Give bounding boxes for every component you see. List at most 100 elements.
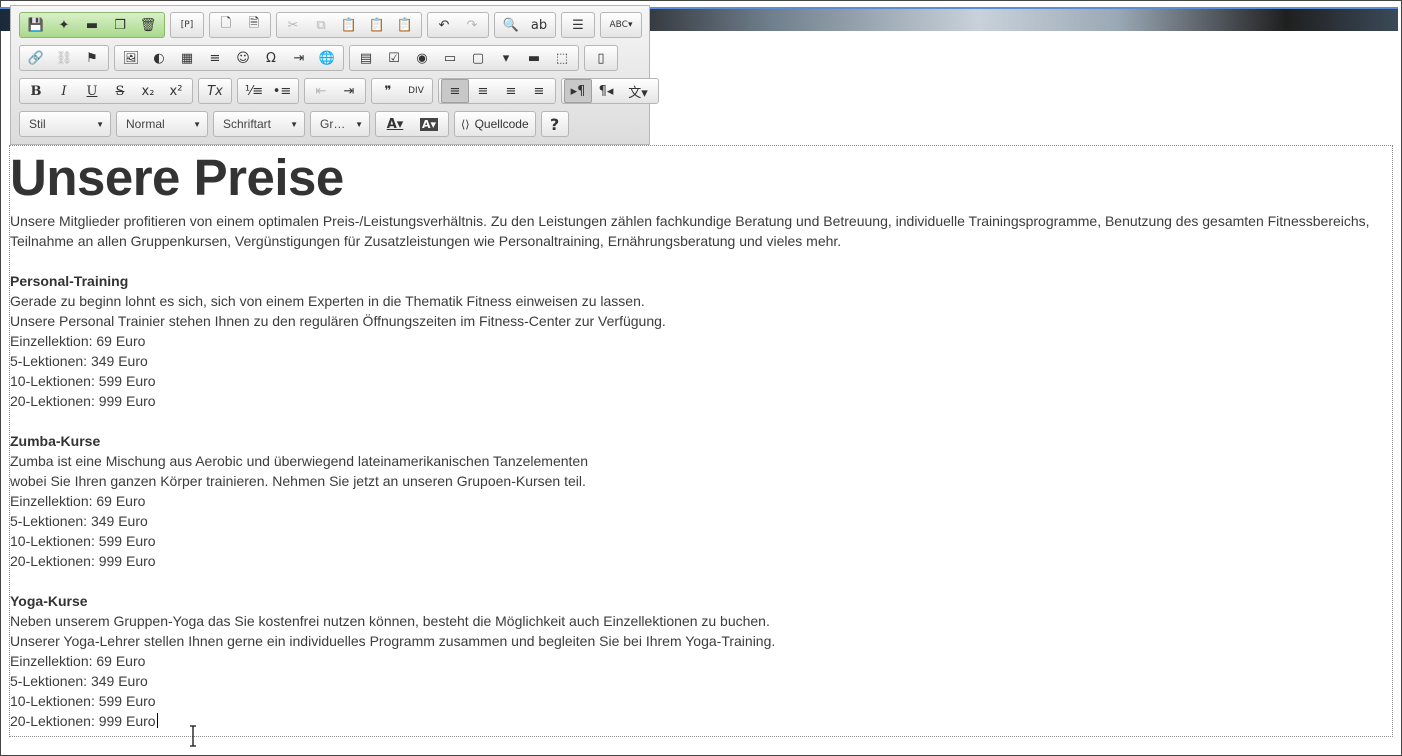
help-button[interactable]: ? <box>540 111 569 137</box>
trash-button[interactable]: 🗑 <box>134 13 162 37</box>
hidden-field-button[interactable]: ⬚ <box>548 46 576 70</box>
horizontal-line-icon: ≡ <box>209 50 221 66</box>
placeholder-button[interactable]: [P] <box>173 13 201 37</box>
iframe-button[interactable]: 🌐 <box>313 46 341 70</box>
smiley-icon: ☺ <box>236 50 250 66</box>
chevron-down-icon: ▼ <box>355 119 363 129</box>
outdent-button[interactable]: ⇤ <box>307 79 335 103</box>
find-button[interactable]: 🔍 <box>497 13 525 37</box>
textarea-icon: ▢ <box>471 50 485 66</box>
source-button[interactable]: ⟨⟩ Quellcode <box>454 111 536 137</box>
page-break-button[interactable]: ⇥ <box>285 46 313 70</box>
toolbar-group-insert: 🖼 ◐ ▦ ≡ ☺ Ω ⇥ 🌐 <box>114 45 344 71</box>
paste-word-button[interactable]: 📋 <box>391 13 419 37</box>
redo-button[interactable]: ↷ <box>458 13 486 37</box>
magic-wand-button[interactable]: ✦ <box>50 13 78 37</box>
align-right-button[interactable]: ≡ <box>497 79 525 103</box>
indent-button[interactable]: ⇥ <box>335 79 363 103</box>
replace-button[interactable]: ab <box>525 13 553 37</box>
copy-button[interactable]: ❐ <box>106 13 134 37</box>
new-page-button[interactable]: 🗋 <box>212 13 240 37</box>
section-line: Zumba ist eine Mischung aus Aerobic und … <box>10 453 588 469</box>
div-container-button[interactable]: DIV <box>402 79 430 103</box>
superscript-button[interactable]: x² <box>162 79 190 103</box>
subscript-button[interactable]: x₂ <box>134 79 162 103</box>
align-left-button[interactable]: ≡ <box>441 79 469 103</box>
italic-button[interactable]: I <box>50 79 78 103</box>
superscript-icon: x² <box>169 83 183 99</box>
align-right-icon: ≡ <box>505 83 517 99</box>
spellcheck-icon: ABC▾ <box>609 20 633 30</box>
magic-wand-icon: ✦ <box>58 17 70 33</box>
paste-button[interactable]: 📋 <box>335 13 363 37</box>
toolbar-group-templates: 🗋 🗎 <box>209 12 271 38</box>
copy-button[interactable]: ⧉ <box>307 13 335 37</box>
undo-button[interactable]: ↶ <box>430 13 458 37</box>
toolbar-row-4: Stil ▼ Normal ▼ Schriftart ▼ Gr… ▼ A▾ A▾ ⟨⟩ Quel… <box>19 110 569 138</box>
unlink-button[interactable]: ⛓ <box>50 46 78 70</box>
strike-button[interactable]: S <box>106 79 134 103</box>
folder-button[interactable]: ▬ <box>78 13 106 37</box>
radio-button[interactable]: ◉ <box>408 46 436 70</box>
source-button-label: Quellcode <box>474 117 529 131</box>
remove-format-button[interactable]: Tx <box>201 79 229 103</box>
select-all-button[interactable]: ☰ <box>564 13 592 37</box>
rtl-button[interactable]: ¶◂ <box>592 79 620 103</box>
styles-combo[interactable]: Stil ▼ <box>19 111 111 137</box>
section-heading: Zumba-Kurse <box>10 433 101 449</box>
form-button[interactable]: ▤ <box>352 46 380 70</box>
paste-text-button[interactable]: 📋 <box>363 13 391 37</box>
toolbar-row-2: 🔗 ⛓ ⚑ 🖼 ◐ ▦ ≡ ☺ Ω ⇥ 🌐 ▤ ☑ ◉ ▭ ▢ ▾ ▬ ⬚ ▯ <box>19 44 623 72</box>
textfield-button[interactable]: ▭ <box>436 46 464 70</box>
section-line: 5-Lektionen: 349 Euro <box>10 353 148 369</box>
div-container-icon: DIV <box>408 86 424 96</box>
preview-button[interactable]: 🗎 <box>240 13 268 37</box>
text-color-button[interactable]: A▾ <box>378 112 412 136</box>
flash-button[interactable]: ◐ <box>145 46 173 70</box>
font-combo[interactable]: Schriftart ▼ <box>213 111 305 137</box>
source-icon: ⟨⟩ <box>461 118 470 131</box>
underline-icon: U <box>86 83 98 99</box>
image-button[interactable]: 🖼 <box>117 46 145 70</box>
align-center-button[interactable]: ≡ <box>469 79 497 103</box>
section-line: 20-Lektionen: 999 Euro <box>10 553 156 569</box>
page-title: Unsere Preise <box>10 149 344 206</box>
special-char-button[interactable]: Ω <box>257 46 285 70</box>
toolbar-group-select: ☰ <box>561 12 595 38</box>
numbered-list-button[interactable]: ⅟≡ <box>240 79 268 103</box>
bullet-list-icon: •≡ <box>272 83 292 99</box>
remove-format-icon: Tx <box>207 83 223 99</box>
align-justify-button[interactable]: ≡ <box>525 79 553 103</box>
toolbar-group-forms: ▤ ☑ ◉ ▭ ▢ ▾ ▬ ⬚ <box>349 45 579 71</box>
table-button[interactable]: ▦ <box>173 46 201 70</box>
button-field-button[interactable]: ▬ <box>520 46 548 70</box>
format-combo[interactable]: Normal ▼ <box>116 111 208 137</box>
bullet-list-button[interactable]: •≡ <box>268 79 296 103</box>
spellcheck-button[interactable]: ABC▾ <box>603 13 639 37</box>
textarea-button[interactable]: ▢ <box>464 46 492 70</box>
blockquote-button[interactable]: ❞ <box>374 79 402 103</box>
size-combo[interactable]: Gr… ▼ <box>310 111 370 137</box>
maximize-button[interactable]: ▯ <box>587 46 615 70</box>
save-button[interactable]: 💾 <box>22 13 50 37</box>
horizontal-line-button[interactable]: ≡ <box>201 46 229 70</box>
checkbox-button[interactable]: ☑ <box>380 46 408 70</box>
document-content[interactable]: Unsere Preise Unsere Mitglieder profitie… <box>10 145 1390 731</box>
textfield-icon: ▭ <box>443 50 457 66</box>
ltr-button[interactable]: ▸¶ <box>564 79 592 103</box>
toolbar-group-find: 🔍 ab <box>494 12 556 38</box>
toolbar-group-clear: Tx <box>198 78 232 104</box>
underline-button[interactable]: U <box>78 79 106 103</box>
section-line: 10-Lektionen: 599 Euro <box>10 533 156 549</box>
select-field-button[interactable]: ▾ <box>492 46 520 70</box>
bold-button[interactable]: B <box>22 79 50 103</box>
language-button[interactable]: 文▾ <box>620 79 656 103</box>
bg-color-button[interactable]: A▾ <box>412 112 446 136</box>
smiley-button[interactable]: ☺ <box>229 46 257 70</box>
anchor-flag-button[interactable]: ⚑ <box>78 46 106 70</box>
ltr-icon: ▸¶ <box>570 83 586 99</box>
bg-color-icon: A▾ <box>419 117 439 131</box>
link-button[interactable]: 🔗 <box>22 46 50 70</box>
cut-button[interactable]: ✂ <box>279 13 307 37</box>
